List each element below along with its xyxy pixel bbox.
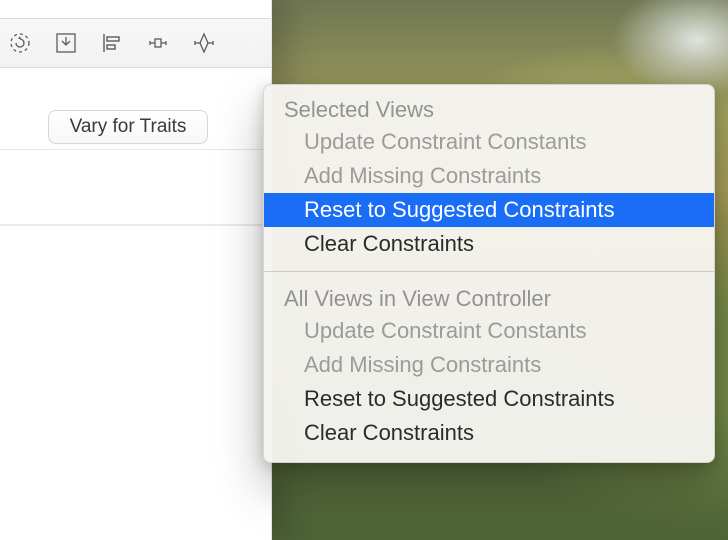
divider bbox=[0, 224, 271, 226]
menu-section-header: All Views in View Controller bbox=[264, 282, 714, 314]
menu-item-reset-to-suggested-constraints-all[interactable]: Reset to Suggested Constraints bbox=[264, 382, 714, 416]
menu-section-header: Selected Views bbox=[264, 93, 714, 125]
update-frames-icon[interactable] bbox=[6, 29, 34, 57]
menu-item-reset-to-suggested-constraints[interactable]: Reset to Suggested Constraints bbox=[264, 193, 714, 227]
pin-icon[interactable] bbox=[144, 29, 172, 57]
trait-variation-bar: Vary for Traits bbox=[0, 70, 271, 150]
canvas-bottom-toolbar bbox=[0, 18, 271, 68]
menu-item-update-constraint-constants: Update Constraint Constants bbox=[264, 125, 714, 159]
resolve-issues-icon[interactable] bbox=[190, 29, 218, 57]
menu-item-update-constraint-constants-all: Update Constraint Constants bbox=[264, 314, 714, 348]
menu-item-clear-constraints-all[interactable]: Clear Constraints bbox=[264, 416, 714, 450]
resolve-autolayout-menu: Selected Views Update Constraint Constan… bbox=[263, 84, 715, 463]
menu-item-clear-constraints[interactable]: Clear Constraints bbox=[264, 227, 714, 261]
align-icon[interactable] bbox=[98, 29, 126, 57]
menu-item-add-missing-constraints-all: Add Missing Constraints bbox=[264, 348, 714, 382]
vary-for-traits-button[interactable]: Vary for Traits bbox=[48, 110, 208, 144]
embed-in-icon[interactable] bbox=[52, 29, 80, 57]
menu-separator bbox=[264, 271, 714, 272]
menu-item-add-missing-constraints: Add Missing Constraints bbox=[264, 159, 714, 193]
xcode-window: Vary for Traits bbox=[0, 0, 272, 540]
